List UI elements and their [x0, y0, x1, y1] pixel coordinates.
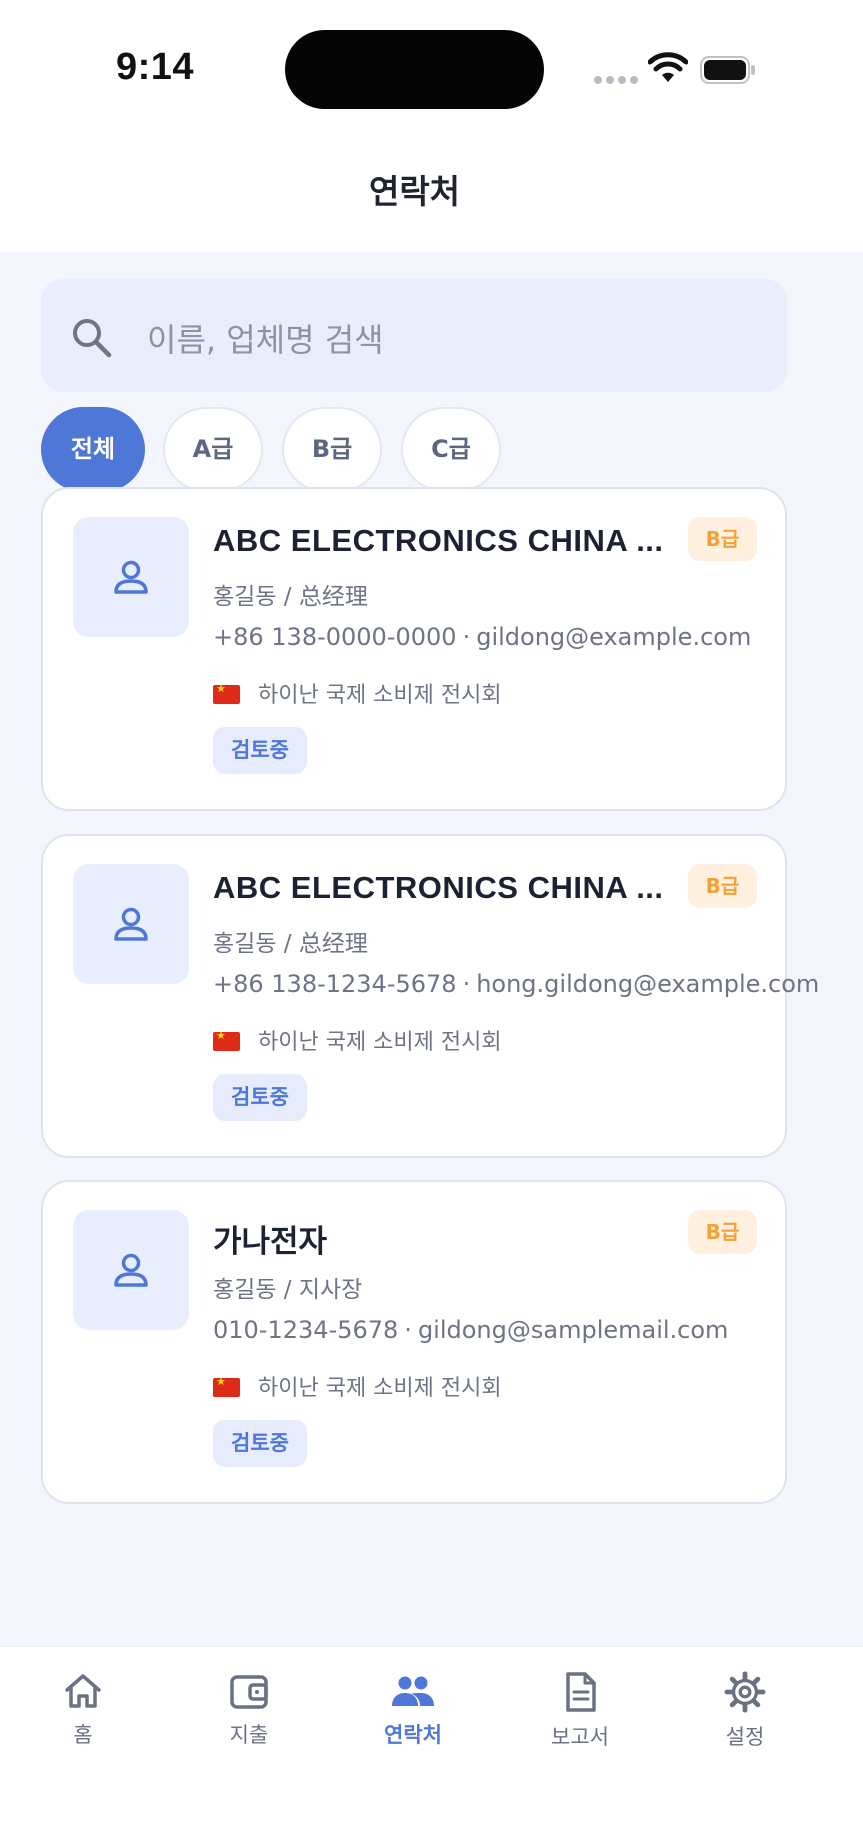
china-flag-icon — [213, 1029, 240, 1051]
contact-card[interactable]: 가나전자 B급 홍길동 / 지사장 010-1234-5678 · gildong@… — [41, 1180, 787, 1504]
person-icon — [114, 907, 148, 941]
filter-chip-all[interactable]: 전체 — [41, 407, 145, 492]
tab-settings[interactable]: 설정 — [685, 1671, 805, 1751]
separator: · — [404, 1316, 412, 1344]
exhibition: 하이난 국제 소비제 전시회 — [213, 1024, 502, 1056]
exhibition-name: 하이난 국제 소비제 전시회 — [258, 1376, 502, 1401]
wifi-icon — [648, 52, 688, 82]
contact-card[interactable]: ABC ELECTRONICS CHINA ... B급 홍길동 / 总经理 +… — [41, 834, 819, 1158]
phone-number: 010-1234-5678 — [213, 1316, 399, 1344]
contact-info: 010-1234-5678 · gildong@samplemail.com — [213, 1316, 728, 1344]
separator: · — [462, 623, 471, 651]
china-flag-icon — [213, 682, 240, 704]
exhibition-name: 하이난 국제 소비제 전시회 — [258, 683, 502, 708]
document-icon — [566, 1672, 596, 1712]
separator: · — [462, 970, 471, 998]
contact-person: 홍길동 / 总经理 — [213, 584, 368, 610]
battery-icon — [700, 56, 755, 84]
contact-info: +86 138-0000-0000 · gildong@example.com — [213, 623, 751, 651]
phone-number: +86 138-0000-0000 — [213, 623, 457, 651]
search-icon — [73, 319, 112, 358]
company-name: ABC ELECTRONICS CHINA ... — [213, 523, 664, 558]
search-input[interactable]: 이름, 업체명 검색 — [41, 279, 787, 392]
exhibition-name: 하이난 국제 소비제 전시회 — [258, 1030, 502, 1055]
grade-badge: B급 — [688, 864, 757, 908]
bottom-tab-bar: 홈 지출 연락처 보고서 설정 — [0, 1646, 863, 1822]
person-icon — [114, 560, 148, 594]
exhibition: 하이난 국제 소비제 전시회 — [213, 1370, 502, 1402]
grade-badge: B급 — [688, 1210, 757, 1254]
exhibition: 하이난 국제 소비제 전시회 — [213, 677, 502, 709]
home-icon — [65, 1674, 101, 1708]
china-flag-icon — [213, 1375, 240, 1397]
person-icon — [114, 1253, 148, 1287]
dynamic-island — [285, 30, 544, 109]
status-badge: 검토중 — [213, 727, 307, 774]
tab-label: 홈 — [73, 1723, 93, 1747]
tab-label: 지출 — [229, 1723, 269, 1747]
email: hong.gildong@example.com — [476, 970, 820, 998]
tab-expenses[interactable]: 지출 — [189, 1671, 309, 1749]
filter-chip-b[interactable]: B급 — [282, 407, 382, 492]
tab-label: 설정 — [725, 1725, 765, 1749]
tab-home[interactable]: 홈 — [23, 1671, 143, 1749]
contact-person: 홍길동 / 지사장 — [213, 1277, 363, 1303]
contact-person: 홍길동 / 总经理 — [213, 931, 368, 957]
phone-number: +86 138-1234-5678 — [213, 970, 457, 998]
filter-chip-c[interactable]: C급 — [401, 407, 501, 492]
signal-icon — [594, 76, 638, 85]
tab-label: 연락처 — [384, 1723, 442, 1747]
status-badge: 검토중 — [213, 1420, 307, 1467]
status-bar: 9:14 — [0, 0, 863, 130]
gear-icon — [724, 1671, 766, 1713]
company-name: 가나전자 — [213, 1224, 328, 1260]
avatar — [73, 864, 189, 984]
status-time: 9:14 — [116, 46, 195, 88]
tab-contacts[interactable]: 연락처 — [353, 1671, 473, 1749]
email: gildong@example.com — [476, 623, 752, 651]
email: gildong@samplemail.com — [417, 1316, 729, 1344]
tab-reports[interactable]: 보고서 — [520, 1671, 640, 1751]
contact-card[interactable]: ABC ELECTRONICS CHINA ... B급 홍길동 / 总经理 +… — [41, 487, 787, 811]
avatar — [73, 1210, 189, 1330]
header-area: 9:14 연락처 — [0, 0, 863, 252]
grade-badge: B급 — [688, 517, 757, 561]
filter-chip-a[interactable]: A급 — [163, 407, 263, 492]
tab-label: 보고서 — [551, 1725, 609, 1749]
avatar — [73, 517, 189, 637]
status-badge: 검토중 — [213, 1074, 307, 1121]
page-title: 연락처 — [368, 172, 461, 211]
search-placeholder: 이름, 업체명 검색 — [147, 321, 384, 359]
contact-info: +86 138-1234-5678 · hong.gildong@example.c… — [213, 970, 819, 998]
wallet-icon — [230, 1675, 268, 1709]
company-name: ABC ELECTRONICS CHINA ... — [213, 870, 664, 905]
people-icon — [392, 1676, 434, 1706]
